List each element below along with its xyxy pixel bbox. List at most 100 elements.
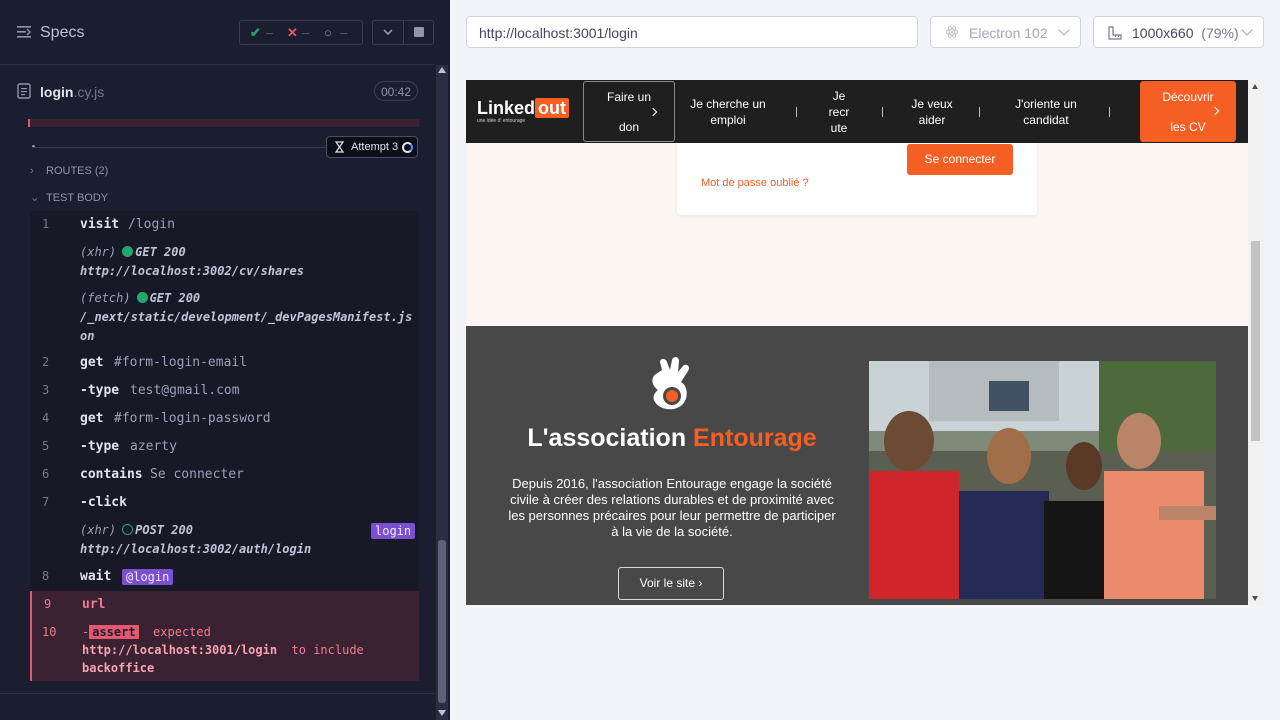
entourage-title-main: L'association — [527, 424, 687, 452]
run-duration: 00:42 — [374, 81, 419, 101]
voir-le-site-label: Voir le site — [639, 576, 695, 590]
file-icon — [17, 83, 31, 99]
url-bar[interactable]: http://localhost:3001/login — [466, 16, 918, 48]
spec-file-name[interactable]: login.cy.js — [40, 84, 104, 100]
loading-spinner-icon — [402, 142, 413, 153]
viewport-label: 1000x660 (79%) — [1132, 25, 1239, 41]
command-arg: #form-login-email — [114, 355, 248, 370]
logo-text: Linked — [477, 98, 536, 118]
pending-icon: ○ — [324, 25, 332, 40]
app-under-test-panel: http://localhost:3001/login Electron 102… — [450, 0, 1280, 720]
request-row[interactable]: (fetch) GET 200 /_next/static/development… — [80, 289, 412, 346]
logo-subtitle: une idée d' entourage — [477, 118, 526, 124]
nav-label: Faire un — [606, 89, 652, 104]
routes-section[interactable]: › ROUTES (2) — [30, 165, 108, 177]
nav-label: J'oriente un — [1015, 96, 1077, 111]
viewport-selector[interactable]: 1000x660 (79%) — [1093, 16, 1264, 48]
command-number: 5 — [42, 439, 50, 453]
specs-toggle[interactable]: Specs — [40, 24, 84, 42]
attempt-badge[interactable]: Attempt 3 — [326, 136, 418, 158]
nav-label: aider — [918, 112, 946, 127]
failed-count: – — [302, 25, 310, 40]
scroll-down-icon[interactable] — [1252, 596, 1258, 601]
entourage-hand-logo — [652, 357, 689, 410]
passed-icon: ✔ — [250, 25, 261, 40]
command-name: visit — [80, 217, 120, 232]
request-url-continued: on — [80, 329, 95, 343]
command-number: 1 — [42, 217, 50, 231]
iframe-scrollbar[interactable] — [1248, 80, 1264, 605]
command-name: -type — [80, 439, 120, 454]
spec-file-base: login — [40, 84, 74, 100]
assert-message: - assert expected http://localhost:3001/l… — [82, 625, 364, 675]
browser-selector[interactable]: Electron 102 — [930, 16, 1081, 48]
test-stats: ✔ – ✕ – ○ – — [239, 20, 363, 45]
nav-label: candidat — [1023, 112, 1069, 127]
command-log: 1 visit /login (xhr) GET 200 http://local… — [30, 211, 419, 681]
nav-je-recrute[interactable]: Je recr ute — [821, 80, 857, 143]
ruler-icon — [1108, 26, 1122, 40]
command-number: 10 — [42, 625, 57, 639]
stop-icon[interactable] — [414, 27, 424, 37]
request-method: GET 200 — [135, 245, 186, 259]
command-name: wait — [80, 569, 112, 584]
scroll-thumb[interactable] — [438, 540, 446, 703]
nav-label: Je veux — [911, 96, 953, 111]
request-url: http://localhost:3002/auth/login — [80, 542, 312, 556]
viewport-zoom: (79%) — [1201, 25, 1239, 41]
nav-je-veux-aider[interactable]: Je veux aider — [902, 80, 962, 143]
command-name: -click — [80, 495, 127, 510]
reporter-scrollbar[interactable] — [436, 65, 448, 720]
status-ring-icon — [122, 524, 134, 535]
linkedout-logo[interactable]: Linked out — [477, 98, 569, 119]
assert-tag: assert — [89, 625, 139, 639]
nav-separator — [882, 107, 883, 117]
request-method: GET 200 — [149, 291, 201, 305]
scroll-up-icon[interactable] — [438, 67, 446, 73]
login-card: Se connecter Mot de passe oublié ? — [677, 143, 1037, 215]
nav-separator — [979, 107, 980, 117]
scroll-down-icon[interactable] — [438, 710, 446, 716]
nav-separator — [1109, 107, 1110, 117]
assert-value: http://localhost:3001/login — [82, 643, 278, 657]
failed-icon: ✕ — [287, 25, 298, 40]
login-section: Se connecter Mot de passe oublié ? — [466, 143, 1248, 326]
forgot-password-link[interactable]: Mot de passe oublié ? — [701, 177, 809, 189]
command-arg: /login — [128, 217, 175, 232]
scroll-thumb[interactable] — [1251, 241, 1260, 441]
viewport-size: 1000x660 — [1132, 25, 1194, 41]
spec-file-row: login.cy.js 00:42 — [0, 66, 435, 118]
nav-label: Je cherche un — [690, 96, 766, 111]
command-name: get — [80, 411, 104, 426]
nav-je-cherche-un-emploi[interactable]: Je cherche un emploi — [686, 80, 770, 143]
chevron-down-icon[interactable] — [381, 25, 395, 39]
failed-test-strip — [28, 119, 419, 127]
request-row[interactable]: (xhr) GET 200 http://localhost:3002/cv/sh… — [80, 243, 304, 281]
scroll-up-icon[interactable] — [1252, 84, 1258, 89]
command-arg: Se connecter — [150, 467, 244, 482]
se-connecter-button[interactable]: Se connecter — [907, 144, 1013, 175]
hourglass-icon — [335, 141, 344, 153]
voir-le-site-button[interactable]: Voir le site › — [618, 567, 724, 600]
command-number: 2 — [42, 355, 50, 369]
spec-file-ext: .cy.js — [73, 84, 105, 100]
volunteers-photo — [869, 361, 1216, 599]
nav-j-oriente-un-candidat[interactable]: J'oriente un candidat — [1004, 80, 1088, 143]
request-row[interactable]: (xhr) POST 200 http://localhost:3002/auth… — [80, 521, 311, 559]
reporter-controls — [372, 20, 434, 45]
specs-list-icon[interactable] — [17, 25, 31, 39]
nav-label: les CV — [1170, 119, 1206, 134]
test-body-section[interactable]: ⌄ TEST BODY — [30, 191, 108, 204]
entourage-description: Depuis 2016, l'association Entourage eng… — [508, 476, 836, 539]
wait-alias-badge[interactable]: @login — [122, 569, 174, 585]
status-dot-icon — [122, 246, 134, 257]
nav-label: ute — [830, 120, 848, 135]
request-url: /_next/static/development/_devPagesManif… — [80, 310, 413, 324]
nav-label: don — [618, 119, 640, 134]
chevron-down-icon: ⌄ — [30, 192, 40, 204]
nav-decouvrir-les-cv[interactable]: Découvrir les CV — [1140, 81, 1236, 142]
nav-faire-un-don[interactable]: Faire un don — [583, 81, 675, 142]
request-alias-badge[interactable]: login — [371, 523, 416, 539]
divider — [403, 21, 404, 44]
request-method: POST 200 — [135, 523, 193, 537]
